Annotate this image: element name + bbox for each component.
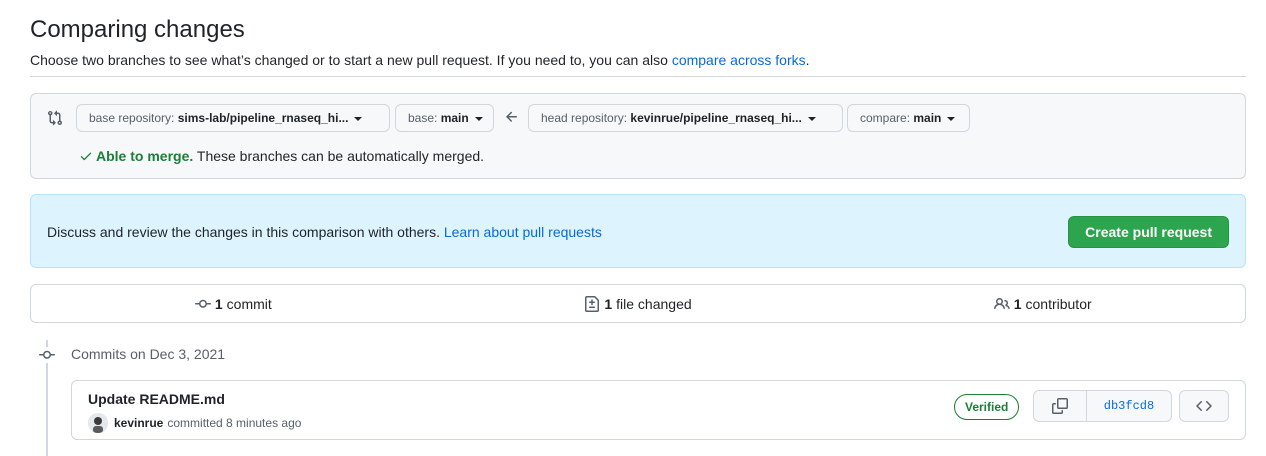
base-branch-select[interactable]: base: main [395, 104, 494, 132]
banner-message: Discuss and review the changes in this c… [47, 224, 444, 240]
commits-count: 1 [214, 295, 223, 312]
commit-row: Update README.md kevinrue committed 8 min… [71, 380, 1246, 440]
base-repository-select[interactable]: base repository: sims-lab/pipeline_rnase… [76, 104, 390, 132]
commits-label: commit [226, 295, 272, 312]
contributors-label: contributor [1025, 295, 1092, 312]
head-repository-value: kevinrue/pipeline_rnaseq_hi... [630, 111, 802, 125]
stat-files-changed[interactable]: 1 file changed [436, 285, 841, 322]
learn-about-pull-requests-link[interactable]: Learn about pull requests [444, 224, 602, 240]
files-count: 1 [604, 295, 613, 312]
file-diff-icon [585, 295, 600, 312]
compare-across-forks-link[interactable]: compare across forks [672, 52, 806, 68]
merge-status-text: These branches can be automatically merg… [193, 148, 485, 164]
code-icon [1196, 400, 1212, 412]
chevron-down-icon [474, 116, 483, 121]
commit-author-link[interactable]: kevinrue [114, 416, 163, 430]
check-icon [80, 152, 92, 161]
arrow-left-icon [506, 111, 517, 122]
banner-text: Discuss and review the changes in this c… [47, 222, 602, 242]
git-compare-icon [48, 110, 63, 126]
stat-contributors[interactable]: 1 contributor [840, 285, 1245, 322]
commit-sha-group: db3fcd8 [1033, 390, 1172, 422]
merge-status: Able to merge. These branches can be aut… [79, 146, 484, 166]
head-repository-label: head repository: [541, 111, 631, 125]
commits-date-heading: Commits on Dec 3, 2021 [71, 346, 226, 362]
comparison-stats: 1 commit 1 file changed 1 contributor [30, 284, 1246, 323]
pull-request-banner: Discuss and review the changes in this c… [30, 194, 1246, 268]
copy-sha-button[interactable] [1034, 391, 1087, 421]
contributors-count: 1 [1013, 295, 1022, 312]
create-pull-request-button[interactable]: Create pull request [1068, 216, 1229, 248]
commit-sha-link[interactable]: db3fcd8 [1087, 391, 1171, 421]
commit-title-link[interactable]: Update README.md [88, 391, 225, 407]
people-icon [993, 297, 1010, 309]
chevron-down-icon [807, 116, 816, 121]
chevron-down-icon [947, 116, 956, 121]
compare-branch-label: compare: [860, 111, 914, 125]
subtitle-suffix: . [805, 52, 810, 68]
verified-badge[interactable]: Verified [954, 394, 1020, 420]
git-commit-icon [39, 347, 55, 363]
browse-repository-button[interactable] [1179, 390, 1229, 422]
base-repository-label: base repository: [89, 111, 178, 125]
base-branch-value: main [440, 111, 469, 125]
compare-branch-select[interactable]: compare: main [847, 104, 970, 132]
subtitle-text: Choose two branches to see what’s change… [30, 52, 672, 68]
page-title: Comparing changes [30, 16, 245, 43]
stat-commits[interactable]: 1 commit [31, 285, 436, 322]
page-header: Comparing changes Choose two branches to… [30, 14, 1246, 77]
base-repository-value: sims-lab/pipeline_rnaseq_hi... [177, 111, 349, 125]
chevron-down-icon [354, 116, 363, 121]
files-label: file changed [616, 295, 692, 312]
head-repository-select[interactable]: head repository: kevinrue/pipeline_rnase… [528, 104, 843, 132]
copy-icon [1052, 398, 1068, 414]
base-branch-label: base: [408, 111, 441, 125]
merge-status-ok: Able to merge. [96, 148, 194, 164]
range-editor: base repository: sims-lab/pipeline_rnase… [30, 93, 1246, 179]
user-avatar-icon [88, 413, 108, 433]
avatar[interactable] [88, 413, 108, 433]
page-subtitle: Choose two branches to see what’s change… [30, 50, 1246, 70]
compare-branch-value: main [913, 111, 942, 125]
commit-time: committed 8 minutes ago [167, 416, 302, 430]
commit-meta: kevinrue committed 8 minutes ago [88, 413, 301, 433]
git-commit-icon [194, 299, 211, 308]
